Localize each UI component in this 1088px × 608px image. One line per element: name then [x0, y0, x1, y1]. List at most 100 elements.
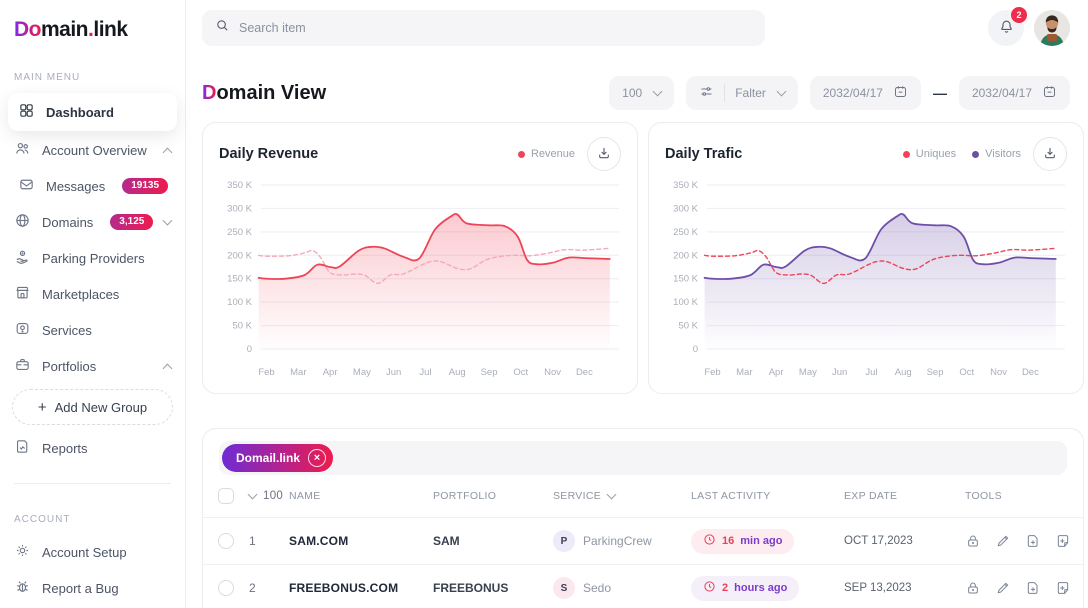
- sidebar-item-label: Parking Providers: [42, 251, 145, 266]
- svg-text:Sep: Sep: [927, 367, 944, 378]
- svg-text:Feb: Feb: [704, 367, 720, 378]
- sidebar-item-portfolios[interactable]: Portfolios: [0, 349, 185, 383]
- svg-text:Oct: Oct: [513, 367, 528, 378]
- activity-pill: 2 hours ago: [691, 576, 799, 601]
- tools-cell: [965, 533, 1083, 549]
- svg-text:350 K: 350 K: [673, 180, 698, 191]
- svg-text:Apr: Apr: [769, 367, 784, 378]
- add-file-tool-button[interactable]: [1025, 533, 1041, 549]
- download-chart-button[interactable]: [587, 137, 621, 171]
- sidebar-item-marketplaces[interactable]: Marketplaces: [0, 277, 185, 311]
- svg-text:150 K: 150 K: [673, 274, 698, 285]
- activity-value: 16: [722, 535, 734, 547]
- add-new-group-button[interactable]: + Add New Group: [12, 389, 173, 425]
- daily-traffic-card: Daily Trafic Uniques Visitors 350 K300 K…: [648, 122, 1084, 394]
- export-file-tool-button[interactable]: [1055, 580, 1071, 596]
- notifications-button[interactable]: 2: [988, 10, 1024, 46]
- chevron-up-icon: [163, 147, 173, 157]
- edit-tool-button[interactable]: [995, 533, 1011, 549]
- brand-logo: Domain.link: [0, 14, 185, 42]
- domain-name: SAM.COM: [289, 534, 433, 548]
- exp-date: OCT 17,2023: [844, 535, 965, 547]
- sidebar-item-account-overview[interactable]: Account Overview: [0, 133, 185, 167]
- mail-icon: [18, 176, 35, 196]
- row-checkbox[interactable]: [218, 580, 234, 596]
- sidebar-item-messages[interactable]: Messages 19135: [0, 169, 185, 203]
- sidebar-item-label: Services: [42, 323, 92, 338]
- date-from-picker[interactable]: 2032/04/17: [810, 76, 921, 110]
- column-header-service[interactable]: SERVICE: [553, 490, 691, 502]
- service-initial-badge: S: [553, 577, 575, 599]
- column-header-name: NAME: [289, 490, 433, 502]
- svg-text:Oct: Oct: [959, 367, 974, 378]
- notification-count-badge: 2: [1011, 7, 1027, 23]
- sidebar-item-dashboard[interactable]: Dashboard: [8, 93, 177, 131]
- legend-item-uniques[interactable]: Uniques: [903, 148, 956, 160]
- column-header-portfolio: PORTFOLIO: [433, 490, 553, 502]
- domain-name: FREEBONUS.COM: [289, 581, 433, 595]
- page-size-select[interactable]: 100: [609, 76, 674, 110]
- avatar[interactable]: [1034, 10, 1070, 46]
- clock-icon: [703, 580, 716, 596]
- portfolio-name: FREEBONUS: [433, 581, 553, 595]
- date-range-separator: —: [933, 85, 947, 101]
- add-file-tool-button[interactable]: [1025, 580, 1041, 596]
- svg-text:50 K: 50 K: [678, 321, 698, 332]
- activity-unit: hours ago: [734, 582, 787, 594]
- date-to-value: 2032/04/17: [972, 86, 1032, 100]
- svg-text:May: May: [799, 367, 817, 378]
- service-cell: P ParkingCrew: [553, 530, 691, 552]
- svg-text:Jul: Jul: [865, 367, 877, 378]
- svg-text:100 K: 100 K: [673, 297, 698, 308]
- search-input[interactable]: [239, 21, 752, 35]
- plus-icon: +: [38, 399, 47, 416]
- svg-text:Aug: Aug: [895, 367, 912, 378]
- table-count-dropdown[interactable]: 100: [249, 490, 289, 502]
- download-chart-button[interactable]: [1033, 137, 1067, 171]
- row-checkbox[interactable]: [218, 533, 234, 549]
- sidebar-item-domains[interactable]: Domains 3,125: [0, 205, 185, 239]
- revenue-chart-canvas: 350 K300 K250 K200 K150 K100 K50 K0FebMa…: [219, 173, 621, 385]
- main-menu-section-label: MAIN MENU: [0, 72, 185, 83]
- filter-chip[interactable]: Domail.link ×: [222, 444, 333, 472]
- download-icon: [596, 145, 612, 164]
- chip-remove-button[interactable]: ×: [308, 449, 326, 467]
- brand-logo-prefix: Do: [14, 18, 41, 41]
- svg-text:Nov: Nov: [990, 367, 1007, 378]
- legend-item-visitors[interactable]: Visitors: [972, 148, 1021, 160]
- lock-tool-button[interactable]: [965, 580, 981, 596]
- sidebar-item-account-setup[interactable]: Account Setup: [0, 535, 185, 569]
- legend-dot: [903, 151, 910, 158]
- activity-pill: 16 min ago: [691, 529, 794, 554]
- chart-title: Daily Revenue: [219, 146, 318, 162]
- table-count-value: 100: [263, 490, 283, 502]
- lock-tool-button[interactable]: [965, 533, 981, 549]
- sidebar-item-reports[interactable]: Reports: [0, 431, 185, 465]
- download-icon: [1042, 145, 1058, 164]
- svg-text:Dec: Dec: [576, 367, 593, 378]
- svg-text:Jun: Jun: [832, 367, 847, 378]
- svg-text:Nov: Nov: [544, 367, 561, 378]
- filter-select[interactable]: Falter: [686, 76, 798, 110]
- sidebar-item-report-a-bug[interactable]: Report a Bug: [0, 571, 185, 605]
- date-to-picker[interactable]: 2032/04/17: [959, 76, 1070, 110]
- select-all-checkbox[interactable]: [218, 488, 234, 504]
- legend-item-revenue[interactable]: Revenue: [518, 148, 575, 160]
- svg-text:Dec: Dec: [1022, 367, 1039, 378]
- column-header-last-activity: LAST ACTIVITY: [691, 490, 844, 502]
- svg-text:0: 0: [693, 344, 698, 355]
- sidebar-item-services[interactable]: Services: [0, 313, 185, 347]
- edit-tool-button[interactable]: [995, 580, 1011, 596]
- row-index: 2: [249, 581, 289, 595]
- date-from-value: 2032/04/17: [823, 86, 883, 100]
- sidebar-item-parking-providers[interactable]: Parking Providers: [0, 241, 185, 275]
- svg-text:Feb: Feb: [258, 367, 274, 378]
- portfolio-name: SAM: [433, 534, 553, 548]
- sidebar-item-label: Marketplaces: [42, 287, 119, 302]
- export-file-tool-button[interactable]: [1055, 533, 1071, 549]
- svg-text:Mar: Mar: [290, 367, 306, 378]
- calendar-icon: [893, 84, 908, 102]
- bug-icon: [14, 578, 31, 598]
- sidebar-item-label: Messages: [46, 179, 105, 194]
- bell-icon: [998, 18, 1015, 38]
